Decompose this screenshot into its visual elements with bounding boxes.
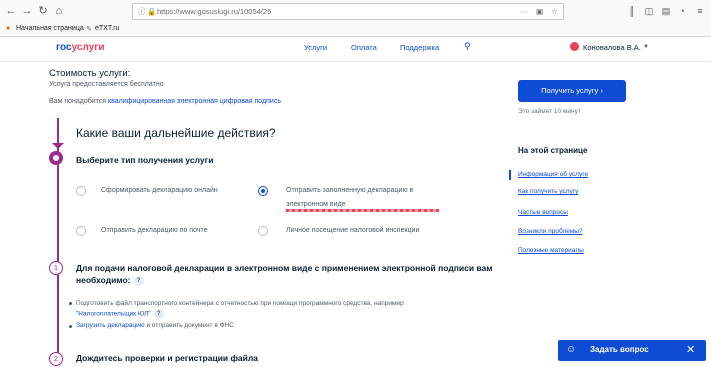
extension-icon[interactable]: ▤ <box>660 5 672 17</box>
bookmarks-bar: ● Начальная страница ✎ eTXT.ru <box>0 22 711 37</box>
wait-check-title: Дождитесь проверки и регистрации файла <box>76 353 259 363</box>
step-number-1: 1 <box>49 261 63 275</box>
bookmark-etxt[interactable]: eTXT.ru <box>95 25 120 32</box>
library-icon[interactable]: ║ <box>626 5 638 17</box>
sidebar-link-how[interactable]: Как получить услугу <box>518 188 578 195</box>
sidebar-link-materials[interactable]: Полезные материалы <box>518 247 584 254</box>
forward-icon[interactable]: → <box>20 4 34 18</box>
radio-post[interactable] <box>76 226 86 236</box>
cost-text: Услуга предоставляется бесплатно <box>49 81 164 88</box>
step-number-2: 2 <box>49 352 63 366</box>
signature-note: Вам понадобится квалифицированная электр… <box>49 98 281 105</box>
option-online-label[interactable]: Сформировать декларацию онлайн <box>101 187 218 194</box>
pocket-icon[interactable]: ▣ <box>536 4 543 19</box>
sidebar-link-problems[interactable]: Возникли проблемы? <box>518 228 583 235</box>
option-electronic-label-2[interactable]: электронном виде <box>286 201 346 208</box>
menu-icon[interactable]: ≡ <box>694 5 706 17</box>
chevron-down-icon[interactable]: ▼ <box>643 44 649 50</box>
bullet-icon <box>69 302 72 305</box>
sidebar-icon[interactable]: ◫ <box>643 5 655 17</box>
sidebar-link-info[interactable]: Информация об услуге <box>518 171 588 178</box>
back-icon[interactable]: ← <box>4 4 18 18</box>
info-icon[interactable]: ⓘ <box>138 4 146 19</box>
logo-part-gos: гос <box>56 42 72 53</box>
ask-question-widget[interactable]: ☺ Задать вопрос ✕ <box>558 340 706 361</box>
option-post-label[interactable]: Отправить декларацию по почте <box>101 227 207 234</box>
chevron-right-icon: › <box>600 86 603 95</box>
url-text[interactable]: https://www.gosuslugi.ru/10054/25 <box>157 4 271 19</box>
get-service-label: Получить услугу <box>541 86 599 95</box>
bullet-icon <box>69 325 72 328</box>
sidebar-link-faq[interactable]: Частые вопросы <box>518 209 568 216</box>
active-section-indicator <box>509 170 511 180</box>
etxt-icon: ✎ <box>86 26 92 33</box>
nav-services[interactable]: Услуги <box>304 43 327 52</box>
cost-title: Стоимость услуги: <box>49 68 131 79</box>
search-icon[interactable]: ⚲ <box>464 41 471 52</box>
step-prepare-file: Подготовить файл транспортного контейнер… <box>76 299 506 320</box>
help-icon[interactable]: ? <box>133 275 144 286</box>
reload-icon[interactable]: ↻ <box>36 4 50 18</box>
nav-support[interactable]: Поддержка <box>400 43 439 52</box>
address-bar[interactable]: ⓘ 🔒 https://www.gosuslugi.ru/10054/25 ··… <box>132 3 564 20</box>
time-note: Это займет 10 минут <box>518 108 581 115</box>
prepare-file-text: Подготовить файл транспортного контейнер… <box>76 300 404 307</box>
lock-icon[interactable]: 🔒 <box>147 4 156 19</box>
logo-part-uslugi: услуги <box>71 42 105 53</box>
timeline-arrow-icon <box>52 143 64 149</box>
spellcheck-underline <box>286 209 439 212</box>
upload-text: и отправить документ в ФНС <box>144 322 234 329</box>
actions-title: Какие ваши дальнейшие действия? <box>76 126 276 140</box>
step-upload: Загрузить декларацию и отправить докумен… <box>76 322 234 329</box>
step-active-marker <box>49 151 63 165</box>
site-header: госуслуги Услуги Оплата Поддержка ⚲ Коно… <box>0 37 711 62</box>
close-icon[interactable]: ✕ <box>686 343 695 356</box>
signature-prefix: Вам понадобится <box>49 98 109 105</box>
help-icon[interactable]: ? <box>153 309 164 319</box>
radio-online[interactable] <box>76 186 86 196</box>
radio-electronic[interactable] <box>258 186 268 196</box>
taxpayer-program-link[interactable]: "Налогоплательщик ЮЛ" <box>76 311 151 318</box>
choose-type-title: Выберите тип получения услуги <box>76 155 214 165</box>
chat-icon: ☺ <box>566 344 577 355</box>
upload-declaration-link[interactable]: Загрузить декларацию <box>76 322 145 329</box>
browser-toolbar: ← → ↻ ⌂ ⓘ 🔒 https://www.gosuslugi.ru/100… <box>0 0 711 23</box>
option-electronic-label[interactable]: Отправить заполненную декларацию в <box>286 187 413 194</box>
option-visit-label[interactable]: Личное посещение налоговой инспекции <box>286 227 419 234</box>
avatar[interactable] <box>570 42 579 51</box>
nav-payment[interactable]: Оплата <box>351 43 377 52</box>
gosuslugi-logo[interactable]: госуслуги <box>56 42 105 53</box>
home-icon[interactable]: ⌂ <box>52 4 66 18</box>
ask-question-label[interactable]: Задать вопрос <box>590 345 649 354</box>
on-this-page-title: На этой странице <box>518 146 588 155</box>
firefox-icon: ● <box>6 25 11 32</box>
user-name[interactable]: Коновалова В.А. <box>583 43 641 52</box>
electronic-submission-title: Для подачи налоговой декларации в электр… <box>76 262 516 286</box>
signature-link[interactable]: квалифицированная электронная цифровая п… <box>108 98 281 105</box>
radio-visit[interactable] <box>258 226 268 236</box>
account-icon[interactable]: ◔ <box>676 5 688 17</box>
bookmark-home[interactable]: Начальная страница <box>16 25 84 32</box>
get-service-button[interactable]: Получить услугу › <box>518 80 626 102</box>
bookmark-star-icon[interactable]: ☆ <box>551 4 558 19</box>
page-actions-icon[interactable]: ··· <box>520 4 528 19</box>
